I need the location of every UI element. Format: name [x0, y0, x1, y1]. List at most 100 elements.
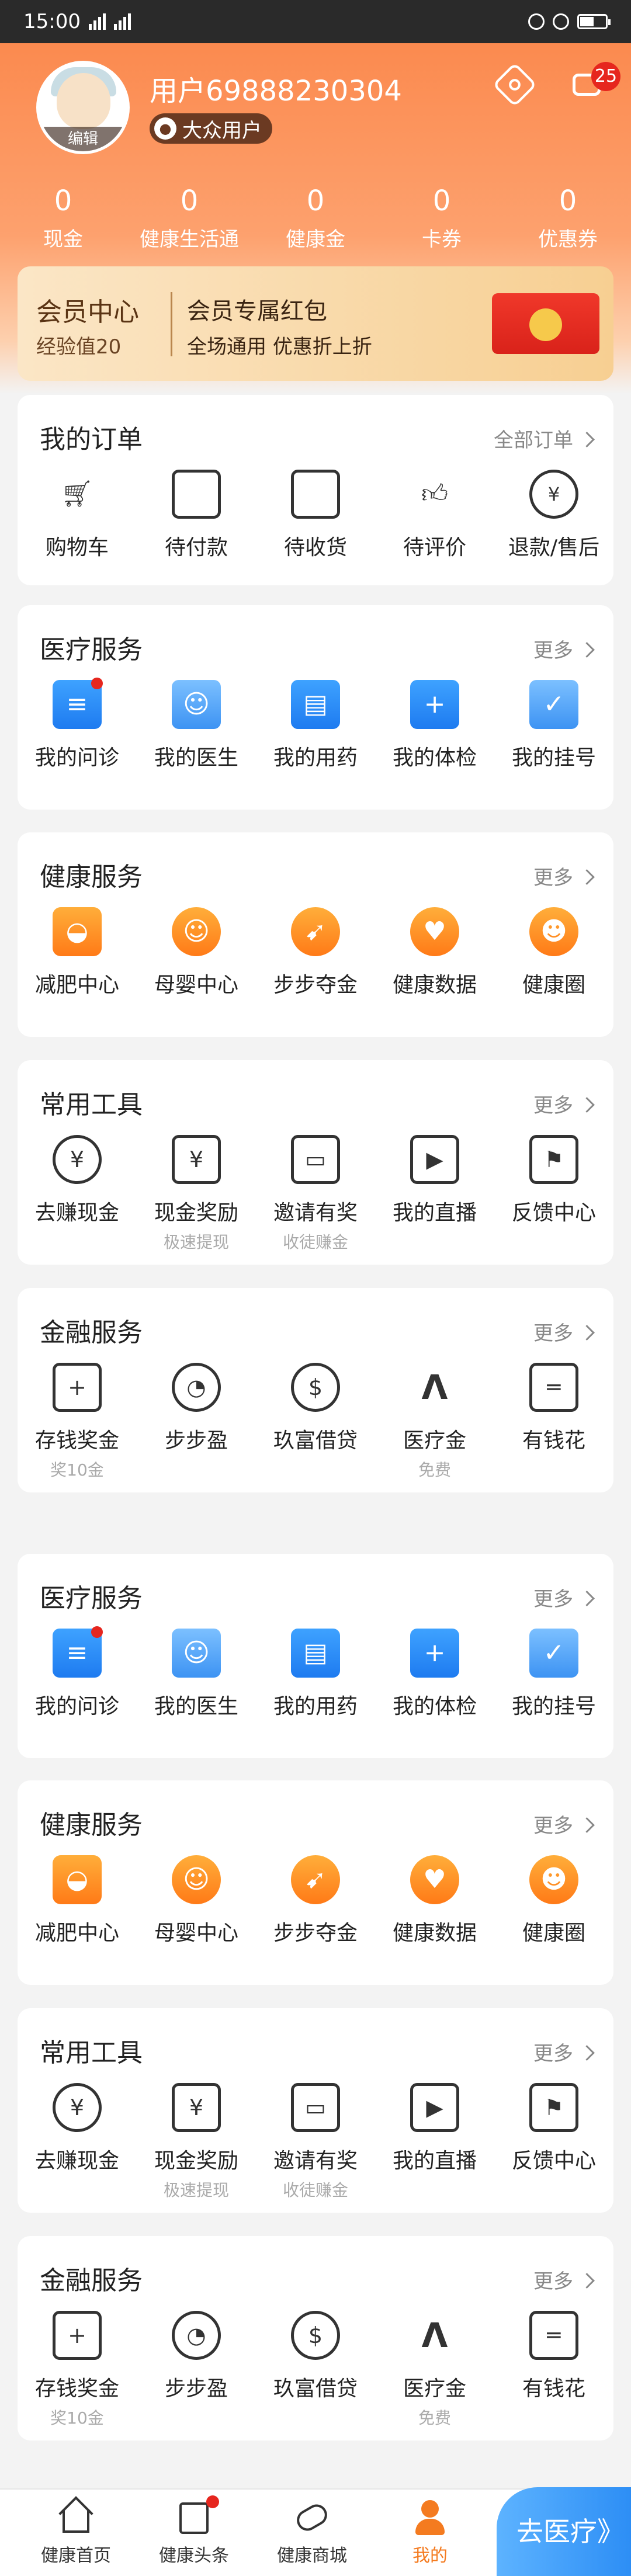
nav-health-home[interactable]: 健康首页: [18, 2490, 134, 2576]
common-tools-more-link[interactable]: 更多: [533, 1089, 592, 1118]
stat-health-gold[interactable]: 0 健康金: [252, 183, 379, 252]
order-pending-receipt[interactable]: 待收货: [256, 470, 375, 561]
health-circle-item[interactable]: ☻ 健康圈: [494, 907, 613, 998]
earn-cash-label: 去赚现金: [34, 1201, 119, 1225]
feedback-icon: ⚑: [529, 1135, 578, 1184]
avatar-edit-label[interactable]: 编辑: [39, 127, 127, 151]
stat-coupons[interactable]: 0 优惠券: [505, 183, 631, 252]
feedback-center-item[interactable]: ⚑ 反馈中心: [494, 1135, 613, 1253]
mother-baby-center-item[interactable]: ☺ 母婴中心: [137, 1855, 256, 1946]
nav-health-mall[interactable]: 健康商城: [254, 2490, 370, 2576]
go-medical-button[interactable]: 去医疗》: [497, 2487, 631, 2576]
registration-icon: ✓: [529, 1629, 578, 1678]
my-medication-item[interactable]: ▤ 我的用药: [256, 1629, 375, 1720]
avatar[interactable]: 编辑: [36, 61, 130, 154]
cash-reward-item[interactable]: ¥ 现金奖励 极速提现: [137, 2083, 256, 2201]
bubu-ying-item[interactable]: ◔ 步步盈: [137, 1363, 256, 1481]
order-pending-review[interactable]: 👍︎ 待评价: [375, 470, 494, 561]
shield-icon: +: [53, 1363, 102, 1412]
my-live-item[interactable]: ▶ 我的直播: [375, 2083, 494, 2201]
my-doctor-item[interactable]: ☺ 我的医生: [137, 680, 256, 771]
my-checkup-item[interactable]: + 我的体检: [375, 1629, 494, 1720]
order-refund[interactable]: ¥ 退款/售后: [494, 470, 613, 561]
signal-icon: [88, 13, 106, 30]
nav-health-news[interactable]: 健康头条: [136, 2490, 252, 2576]
stat-cash[interactable]: 0 现金: [0, 183, 126, 252]
youqian-hua-item[interactable]: ═ 有钱花: [494, 2311, 613, 2429]
member-exp: 经验值20: [36, 335, 122, 359]
my-registration-item[interactable]: ✓ 我的挂号: [494, 1629, 613, 1720]
invite-reward-item[interactable]: ▭ 邀请有奖 收徒赚金: [256, 2083, 375, 2201]
mother-baby-center-label: 母婴中心: [154, 973, 238, 997]
invite-reward-sublabel: 收徒赚金: [282, 1233, 348, 1252]
earn-cash-item[interactable]: ¥ 去赚现金: [18, 2083, 137, 2201]
cash-reward-label: 现金奖励: [154, 2149, 238, 2173]
medical-services-card: 医疗服务 更多 ≡ 我的问诊 ☺ 我的医生 ▤ 我的用药 + 我的体检 ✓ 我的挂号: [18, 1554, 613, 1758]
savings-bonus-item[interactable]: + 存钱奖金 奖10金: [18, 2311, 137, 2429]
jiufu-loan-item[interactable]: $ 玖富借贷: [256, 2311, 375, 2429]
mother-baby-center-item[interactable]: ☺ 母婴中心: [137, 907, 256, 998]
news-badge-dot: [206, 2495, 219, 2508]
bubu-ying-item[interactable]: ◔ 步步盈: [137, 2311, 256, 2429]
health-circle-item[interactable]: ☻ 健康圈: [494, 1855, 613, 1946]
health-services-more-link[interactable]: 更多: [533, 862, 592, 890]
wallet-stats: 0 现金 0 健康生活通 0 健康金 0 卡券 0 优惠券: [0, 183, 631, 252]
my-live-item[interactable]: ▶ 我的直播: [375, 1135, 494, 1253]
settings-icon[interactable]: [492, 62, 538, 107]
red-envelope-icon[interactable]: [492, 293, 599, 354]
health-data-item[interactable]: ♥ 健康数据: [375, 1855, 494, 1946]
community-icon: ☻: [529, 1855, 578, 1904]
weight-loss-center-item[interactable]: ◒ 减肥中心: [18, 1855, 137, 1946]
stat-health-life[interactable]: 0 健康生活通: [126, 183, 252, 252]
invite-reward-item[interactable]: ▭ 邀请有奖 收徒赚金: [256, 1135, 375, 1253]
financial-services-more-link[interactable]: 更多: [533, 1317, 592, 1346]
cart-icon: 🛒︎: [61, 479, 93, 509]
order-cart[interactable]: 🛒︎ 购物车: [18, 470, 137, 561]
user-level-tag[interactable]: ● 大众用户: [150, 113, 272, 144]
weight-loss-center-item[interactable]: ◒ 减肥中心: [18, 907, 137, 998]
feedback-center-item[interactable]: ⚑ 反馈中心: [494, 2083, 613, 2201]
cash-reward-item[interactable]: ¥ 现金奖励 极速提现: [137, 1135, 256, 1253]
my-medication-item[interactable]: ▤ 我的用药: [256, 680, 375, 771]
medical-services-more-link[interactable]: 更多: [533, 634, 592, 663]
my-doctor-label: 我的医生: [154, 746, 238, 770]
my-checkup-item[interactable]: + 我的体检: [375, 680, 494, 771]
medical-gold-item[interactable]: Λ 医疗金 免费: [375, 2311, 494, 2429]
gift-icon: ▭: [291, 2083, 340, 2132]
common-tools-more-link[interactable]: 更多: [533, 2037, 592, 2066]
my-consultation-item[interactable]: ≡ 我的问诊: [18, 678, 137, 771]
earn-cash-icon: ¥: [53, 2083, 102, 2132]
earn-cash-label: 去赚现金: [34, 2149, 119, 2173]
health-data-label: 健康数据: [392, 1921, 477, 1945]
financial-services-title: 金融服务: [40, 2266, 143, 2296]
earn-cash-item[interactable]: ¥ 去赚现金: [18, 1135, 137, 1253]
common-tools-card: 常用工具 更多 ¥ 去赚现金 ¥ 现金奖励 极速提现 ▭ 邀请有奖 收徒赚金 ▶ 我的直播 ⚑ 反馈中心: [18, 1060, 613, 1265]
cash-reward-icon: ¥: [172, 2083, 221, 2132]
medical-gold-item[interactable]: Λ 医疗金 免费: [375, 1363, 494, 1481]
health-data-item[interactable]: ♥ 健康数据: [375, 907, 494, 998]
jiufu-loan-item[interactable]: $ 玖富借贷: [256, 1363, 375, 1481]
step-gold-item[interactable]: ➹ 步步夺金: [256, 1855, 375, 1946]
user-name[interactable]: 用户69888230304: [150, 68, 402, 109]
health-services-more-link[interactable]: 更多: [533, 1810, 592, 1838]
refund-icon: ¥: [529, 470, 578, 519]
my-registration-item[interactable]: ✓ 我的挂号: [494, 680, 613, 771]
my-registration-label: 我的挂号: [511, 746, 596, 770]
my-doctor-item[interactable]: ☺ 我的医生: [137, 1629, 256, 1720]
step-gold-item[interactable]: ➹ 步步夺金: [256, 907, 375, 998]
stat-cards[interactable]: 0 卡券: [379, 183, 505, 252]
messages-button[interactable]: 25: [568, 62, 620, 104]
medical-services-more-link[interactable]: 更多: [533, 1583, 592, 1612]
step-gold-label: 步步夺金: [273, 973, 358, 997]
all-orders-link[interactable]: 全部订单: [494, 424, 592, 453]
nav-mine[interactable]: 我的: [372, 2490, 488, 2576]
shield-icon: +: [53, 2311, 102, 2360]
youqian-hua-item[interactable]: ═ 有钱花: [494, 1363, 613, 1481]
my-consultation-item[interactable]: ≡ 我的问诊: [18, 1626, 137, 1720]
savings-bonus-item[interactable]: + 存钱奖金 奖10金: [18, 1363, 137, 1481]
financial-services-more-link[interactable]: 更多: [533, 2265, 592, 2294]
health-circle-label: 健康圈: [522, 973, 585, 997]
notification-dot: [91, 678, 103, 689]
order-pending-payment[interactable]: 待付款: [137, 470, 256, 561]
member-center-card[interactable]: 会员中心 经验值20 会员专属红包 全场通用 优惠折上折: [18, 266, 613, 381]
